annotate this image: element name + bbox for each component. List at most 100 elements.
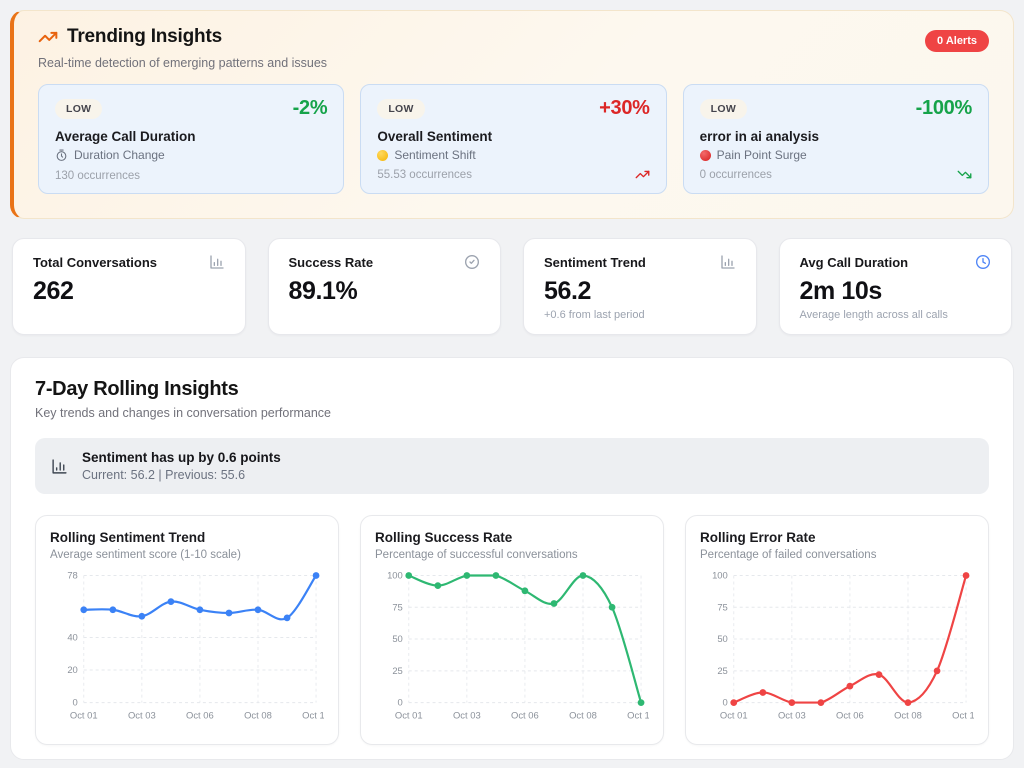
svg-text:25: 25 — [717, 665, 727, 676]
red-circle-icon — [700, 150, 711, 161]
svg-text:100: 100 — [712, 570, 728, 581]
svg-text:50: 50 — [392, 633, 402, 644]
occurrences-label: 55.53 occurrences — [377, 169, 472, 181]
stat-value: 2m 10s — [800, 277, 992, 306]
trend-card-title: error in ai analysis — [700, 129, 972, 144]
stat-subtext: Average length across all calls — [800, 309, 992, 321]
svg-text:Oct 03: Oct 03 — [128, 709, 156, 720]
bar-chart-icon — [720, 254, 736, 270]
stats-row: Total Conversations 262 Success Rate 89.… — [12, 238, 1012, 335]
svg-text:Oct 06: Oct 06 — [186, 709, 214, 720]
trend-card[interactable]: LOW +30% Overall Sentiment Sentiment Shi… — [360, 84, 666, 194]
clock-icon — [975, 254, 991, 270]
svg-text:Oct 03: Oct 03 — [453, 709, 481, 720]
severity-badge: LOW — [700, 99, 747, 119]
svg-text:Oct 08: Oct 08 — [894, 709, 922, 720]
change-percent: -100% — [916, 97, 972, 120]
trend-card[interactable]: LOW -2% Average Call Duration Duration C… — [38, 84, 344, 194]
svg-text:50: 50 — [717, 633, 727, 644]
severity-badge: LOW — [55, 99, 102, 119]
success-line-chart: 100 75 50 25 0Oct 01 Oct 03 Oct 06 Oct 08 Oct 10 — [375, 567, 649, 727]
change-percent: -2% — [293, 97, 328, 120]
change-percent: +30% — [599, 97, 650, 120]
chart-subtitle: Percentage of successful conversations — [375, 549, 649, 561]
svg-text:Oct 06: Oct 06 — [836, 709, 864, 720]
stat-label: Success Rate — [289, 255, 374, 270]
svg-text:Oct 10: Oct 10 — [627, 709, 649, 720]
check-circle-icon — [464, 254, 480, 270]
sentiment-line-chart: 78 40 20 0Oct 01 Oct 03 Oct 06 Oct 08 Oct 10 — [50, 567, 324, 727]
occurrences-label: 0 occurrences — [700, 169, 772, 181]
chart-title: Rolling Sentiment Trend — [50, 530, 324, 545]
stat-subtext: +0.6 from last period — [544, 309, 736, 321]
svg-text:Oct 06: Oct 06 — [511, 709, 539, 720]
severity-badge: LOW — [377, 99, 424, 119]
svg-text:75: 75 — [392, 601, 402, 612]
insight-highlight-bar: Sentiment has up by 0.6 points Current: … — [35, 438, 989, 494]
chart-card-sentiment: Rolling Sentiment Trend Average sentimen… — [35, 515, 339, 745]
stat-card: Total Conversations 262 — [12, 238, 246, 335]
svg-text:Oct 01: Oct 01 — [395, 709, 423, 720]
trending-header: Trending Insights 0 Alerts — [38, 26, 989, 52]
trending-insights-section: Trending Insights 0 Alerts Real-time det… — [10, 10, 1014, 219]
stat-card: Avg Call Duration 2m 10s Average length … — [779, 238, 1013, 335]
trend-category: Duration Change — [74, 148, 165, 162]
svg-text:25: 25 — [392, 665, 402, 676]
svg-text:40: 40 — [67, 631, 77, 642]
chart-card-error: Rolling Error Rate Percentage of failed … — [685, 515, 989, 745]
stat-value: 56.2 — [544, 277, 736, 306]
chart-title: Rolling Error Rate — [700, 530, 974, 545]
svg-text:Oct 01: Oct 01 — [720, 709, 748, 720]
stat-card: Sentiment Trend 56.2 +0.6 from last peri… — [523, 238, 757, 335]
svg-text:Oct 10: Oct 10 — [302, 709, 324, 720]
trend-category: Pain Point Surge — [717, 148, 807, 162]
svg-text:Oct 08: Oct 08 — [244, 709, 272, 720]
trend-cards-row: LOW -2% Average Call Duration Duration C… — [38, 84, 989, 194]
trend-card[interactable]: LOW -100% error in ai analysis Pain Poin… — [683, 84, 989, 194]
section-subtitle: Real-time detection of emerging patterns… — [38, 56, 989, 70]
stat-value: 262 — [33, 277, 225, 306]
svg-text:20: 20 — [67, 664, 77, 675]
stat-value: 89.1% — [289, 277, 481, 306]
chart-subtitle: Average sentiment score (1-10 scale) — [50, 549, 324, 561]
alerts-badge[interactable]: 0 Alerts — [925, 30, 989, 52]
trending-up-icon — [38, 27, 58, 47]
svg-text:0: 0 — [73, 697, 78, 708]
highlight-detail: Current: 56.2 | Previous: 55.6 — [82, 468, 281, 482]
trend-category: Sentiment Shift — [394, 148, 475, 162]
section-subtitle: Key trends and changes in conversation p… — [35, 406, 989, 420]
svg-text:Oct 01: Oct 01 — [70, 709, 98, 720]
occurrences-label: 130 occurrences — [55, 170, 140, 182]
chart-title: Rolling Success Rate — [375, 530, 649, 545]
dashboard-page: Trending Insights 0 Alerts Real-time det… — [0, 0, 1024, 768]
charts-row: Rolling Sentiment Trend Average sentimen… — [35, 515, 989, 745]
highlight-title: Sentiment has up by 0.6 points — [82, 450, 281, 465]
svg-text:100: 100 — [387, 570, 403, 581]
section-title: Trending Insights — [67, 26, 222, 48]
timer-icon — [55, 149, 68, 162]
line-chart-svg: 100 75 50 25 0Oct 01 Oct 03 Oct 06 Oct 08 Oct 10 — [700, 567, 974, 727]
stat-label: Total Conversations — [33, 255, 157, 270]
trending-down-icon — [957, 167, 972, 182]
rolling-insights-section: 7-Day Rolling Insights Key trends and ch… — [10, 357, 1014, 760]
stat-card: Success Rate 89.1% — [268, 238, 502, 335]
svg-text:75: 75 — [717, 601, 727, 612]
line-chart-svg: 100 75 50 25 0Oct 01 Oct 03 Oct 06 Oct 08 Oct 10 — [375, 567, 649, 727]
trend-card-title: Average Call Duration — [55, 129, 327, 144]
svg-text:0: 0 — [723, 697, 728, 708]
error-line-chart: 100 75 50 25 0Oct 01 Oct 03 Oct 06 Oct 08 Oct 10 — [700, 567, 974, 727]
stat-label: Sentiment Trend — [544, 255, 646, 270]
svg-text:Oct 10: Oct 10 — [952, 709, 974, 720]
trend-card-title: Overall Sentiment — [377, 129, 649, 144]
svg-text:Oct 03: Oct 03 — [778, 709, 806, 720]
svg-text:0: 0 — [398, 697, 403, 708]
neutral-face-emoji-icon — [377, 150, 388, 161]
stat-label: Avg Call Duration — [800, 255, 909, 270]
bar-chart-icon — [51, 458, 68, 475]
svg-text:78: 78 — [67, 570, 77, 581]
chart-card-success: Rolling Success Rate Percentage of succe… — [360, 515, 664, 745]
line-chart-svg: 78 40 20 0Oct 01 Oct 03 Oct 06 Oct 08 Oct 10 — [50, 567, 324, 727]
section-title: 7-Day Rolling Insights — [35, 378, 989, 401]
svg-text:Oct 08: Oct 08 — [569, 709, 597, 720]
trending-up-icon — [635, 167, 650, 182]
